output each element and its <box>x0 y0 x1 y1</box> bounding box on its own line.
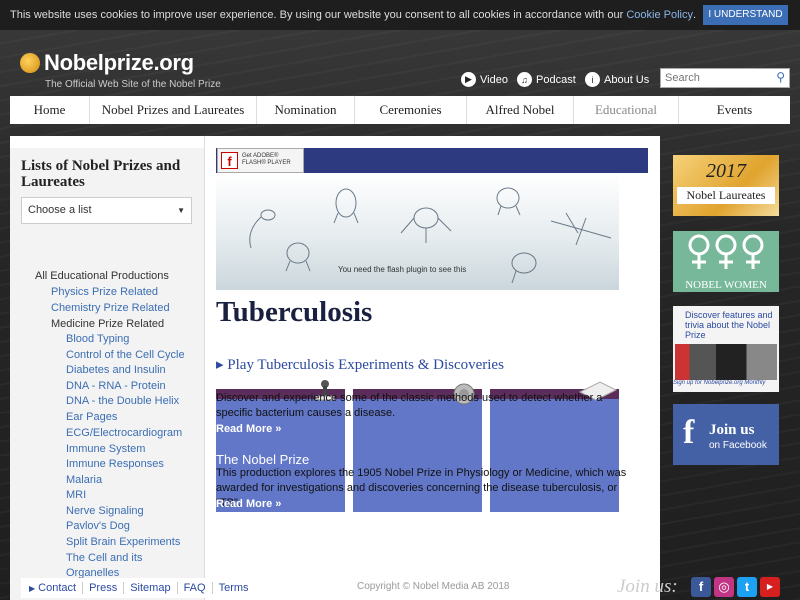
list-select[interactable]: Choose a list ▼ <box>21 197 192 224</box>
twitter-social-icon[interactable]: t <box>737 577 757 597</box>
sidebar-item-mri[interactable]: MRI <box>66 489 86 501</box>
cookie-bar: This website uses cookies to improve use… <box>0 0 800 30</box>
sidebar-item-cell-cycle[interactable]: Control of the Cell Cycle <box>66 349 185 361</box>
play-icon: ▶ <box>461 72 476 87</box>
footer-arrow-icon: ▶ <box>29 583 36 593</box>
instagram-social-icon[interactable]: ◎ <box>714 577 734 597</box>
footer-faq[interactable]: FAQ <box>178 582 213 594</box>
intro-paragraph: Discover and experience some of the clas… <box>216 392 603 419</box>
flash-player-icon: f <box>221 152 238 169</box>
play-experiments-link[interactable]: ▸ Play Tuberculosis Experiments & Discov… <box>216 355 504 374</box>
sidebar-item-cell-organelles[interactable]: The Cell and its <box>66 552 142 564</box>
flash-message: You need the flash plugin to see this <box>338 265 467 274</box>
sidebar-divider <box>204 136 205 600</box>
sidebar-item-physics[interactable]: Physics Prize Related <box>51 286 158 298</box>
get-flash-line1: Get ADOBE® <box>242 153 279 159</box>
list-select-value: Choose a list <box>28 204 92 216</box>
cookie-policy-link[interactable]: Cookie Policy <box>626 9 693 21</box>
nobel-medal-icon <box>20 53 40 73</box>
footer-terms[interactable]: Terms <box>213 582 255 594</box>
info-icon: i <box>585 72 600 87</box>
sidebar-item-nerve-signaling[interactable]: Nerve Signaling <box>66 505 144 517</box>
nav-nomination[interactable]: Nomination <box>257 96 355 124</box>
headphones-icon: ♫ <box>517 72 532 87</box>
sidebar-item-double-helix[interactable]: DNA - the Double Helix <box>66 395 179 407</box>
main-nav: Home Nobel Prizes and Laureates Nominati… <box>10 96 790 124</box>
nobel-women-banner[interactable]: NOBEL WOMEN <box>673 231 779 292</box>
sidebar-item-dna-rna[interactable]: DNA - RNA - Protein <box>66 380 166 392</box>
footer-press[interactable]: Press <box>83 582 125 594</box>
play-arrow-icon: ▸ <box>216 357 224 373</box>
facebook-social-icon[interactable]: f <box>691 577 711 597</box>
laureates-label: Nobel Laureates <box>677 187 775 204</box>
nav-ceremonies[interactable]: Ceremonies <box>355 96 467 124</box>
get-flash-line2: FLASH® PLAYER <box>242 160 291 166</box>
facebook-line1: Join us <box>709 422 755 438</box>
logo-tagline: The Official Web Site of the Nobel Prize <box>45 79 221 90</box>
sidebar-item-medicine[interactable]: Medicine Prize Related <box>51 318 164 330</box>
sidebar-item-pavlov[interactable]: Pavlov's Dog <box>66 520 130 532</box>
sidebar-item-ecg[interactable]: ECG/Electrocardiogram <box>66 427 182 439</box>
join-us-label: Join us: <box>617 576 678 597</box>
sidebar-item-diabetes[interactable]: Diabetes and Insulin <box>66 364 166 376</box>
logo-name: Nobelprize.org <box>44 50 194 75</box>
read-more-link-1[interactable]: Read More » <box>216 422 281 437</box>
sidebar-item-immune-responses[interactable]: Immune Responses <box>66 458 164 470</box>
laureates-2017-banner[interactable]: 2017 Nobel Laureates <box>673 155 779 216</box>
sidebar-item-all-educational[interactable]: All Educational Productions <box>35 270 169 282</box>
search-box: ⚲ <box>660 68 790 88</box>
about-link[interactable]: i About Us <box>585 72 649 87</box>
nav-events[interactable]: Events <box>679 96 790 124</box>
discover-text: Discover features and trivia about the N… <box>685 310 773 340</box>
newsletter-images <box>675 344 777 380</box>
get-flash-button[interactable]: f Get ADOBE® FLASH® PLAYER <box>217 148 304 173</box>
nav-nobel-prizes[interactable]: Nobel Prizes and Laureates <box>90 96 257 124</box>
nobel-women-label: NOBEL WOMEN <box>685 279 767 291</box>
page-title: Tuberculosis <box>216 296 373 328</box>
footer-sitemap[interactable]: Sitemap <box>124 582 178 594</box>
cookie-accept-button[interactable]: I UNDERSTAND <box>703 5 788 25</box>
nav-home[interactable]: Home <box>10 96 90 124</box>
about-label: About Us <box>604 73 650 86</box>
footer-links: ▶ Contact Press Sitemap FAQ Terms <box>21 578 261 598</box>
cookie-period: . <box>692 9 697 21</box>
sidebar-item-chemistry[interactable]: Chemistry Prize Related <box>51 302 170 314</box>
video-link[interactable]: ▶ Video <box>461 72 508 87</box>
read-more-link-2[interactable]: Read More » <box>216 497 281 512</box>
video-label: Video <box>480 73 508 86</box>
site-logo[interactable]: Nobelprize.org The Official Web Site of … <box>20 50 221 90</box>
copyright: Copyright © Nobel Media AB 2018 <box>357 581 510 592</box>
sidebar-heading: Lists of Nobel Prizes and Laureates <box>21 158 181 190</box>
signup-text: Sign up for Nobelprize.org Monthly <box>673 380 766 386</box>
search-icon[interactable]: ⚲ <box>776 70 785 84</box>
women-symbol-icon <box>688 234 764 269</box>
sidebar-item-split-brain[interactable]: Split Brain Experiments <box>66 536 180 548</box>
caret-down-icon: ▼ <box>177 206 185 215</box>
play-link-label: Play Tuberculosis Experiments & Discover… <box>227 357 504 373</box>
footer-contact[interactable]: Contact <box>35 582 84 594</box>
search-input[interactable] <box>661 69 766 87</box>
sidebar-item-malaria[interactable]: Malaria <box>66 474 102 486</box>
laureates-year: 2017 <box>706 160 746 182</box>
facebook-line2: on Facebook <box>709 440 767 451</box>
facebook-banner[interactable]: f Join us on Facebook <box>673 404 779 465</box>
get-flash-text: Get ADOBE® FLASH® PLAYER <box>242 153 291 167</box>
nobel-prize-section-title: The Nobel Prize <box>216 452 310 467</box>
podcast-link[interactable]: ♫ Podcast <box>517 72 576 87</box>
sidebar-item-immune-system[interactable]: Immune System <box>66 443 145 455</box>
newsletter-banner[interactable]: Discover features and trivia about the N… <box>673 306 779 392</box>
nav-educational[interactable]: Educational <box>574 96 679 124</box>
cookie-text: This website uses cookies to improve use… <box>10 9 624 21</box>
sidebar-item-ear-pages[interactable]: Ear Pages <box>66 411 117 423</box>
podcast-label: Podcast <box>536 73 576 86</box>
facebook-icon: f <box>683 414 695 451</box>
youtube-social-icon[interactable]: ▶ <box>760 577 780 597</box>
nav-alfred-nobel[interactable]: Alfred Nobel <box>467 96 574 124</box>
sidebar-item-blood-typing[interactable]: Blood Typing <box>66 333 129 345</box>
